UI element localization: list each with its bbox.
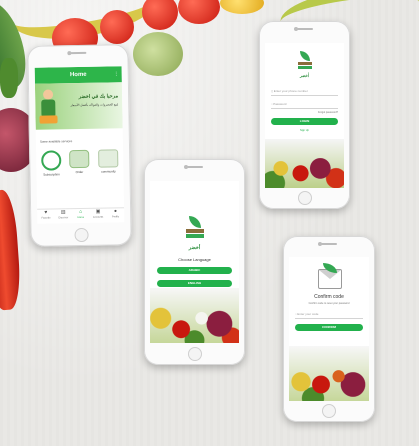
camera — [67, 51, 72, 56]
nav-label: Accounts — [92, 215, 104, 219]
vegetables-image — [150, 287, 239, 343]
confirm-screen: Confirm code Confirm code to reset your … — [289, 257, 369, 401]
logo-text: أخضر — [299, 73, 310, 78]
nav-label: Profile — [112, 215, 120, 219]
welcome-banner: مرحبا بك في اخضر لبيع الخضروات والفواكه … — [34, 82, 123, 130]
nav-label: Favorite — [41, 216, 51, 220]
tomato-image — [142, 0, 178, 30]
nav-favorite[interactable]: ♥ Favorite — [37, 209, 55, 223]
leaf-icon — [299, 51, 310, 61]
service-subscription[interactable]: Subscription — [40, 150, 62, 177]
nav-home[interactable]: ⌂ Home — [72, 209, 90, 223]
home-button[interactable] — [322, 404, 336, 418]
community-icon — [98, 149, 119, 168]
app-header: Home ⋮ — [34, 66, 122, 84]
camera — [318, 242, 322, 246]
speaker — [321, 243, 337, 245]
phone-confirm: Confirm code Confirm code to reset your … — [283, 236, 375, 422]
speaker — [296, 28, 313, 30]
phone-placeholder: Enter your phone number — [273, 89, 308, 93]
leaf-icon — [188, 216, 201, 228]
english-button[interactable]: ENGLISH — [157, 280, 232, 287]
basket-icon — [69, 149, 90, 169]
lemon-image — [220, 0, 264, 14]
speaker — [69, 51, 86, 55]
home-button[interactable] — [297, 191, 312, 205]
app-logo — [297, 51, 313, 73]
service-order[interactable]: Order — [68, 149, 90, 175]
home-screen: Home ⋮ مرحبا بك في اخضر لبيع الخضروات وا… — [34, 66, 125, 224]
language-screen: أخضر Choose Language ARABIC ENGLISH — [150, 181, 239, 343]
tomato-image — [178, 0, 220, 24]
nav-label: Discover — [58, 216, 69, 220]
vegetables-image — [289, 346, 369, 401]
speaker — [186, 166, 203, 168]
app-logo — [185, 216, 205, 244]
camera — [294, 27, 298, 31]
choose-language-title: Choose Language — [178, 257, 211, 262]
service-label: Subscription — [43, 172, 60, 177]
envelope-icon — [318, 263, 342, 289]
services-label: Some available services — [39, 139, 73, 144]
logo-text: أخضر — [188, 245, 201, 251]
service-label: Order — [75, 169, 84, 175]
nav-accounts[interactable]: ▣ Accounts — [89, 209, 107, 223]
login-button[interactable]: LOGIN — [271, 118, 338, 125]
farmer-illustration — [39, 89, 58, 124]
password-input[interactable]: ▫ Password — [271, 100, 338, 109]
share-icon[interactable]: ⋮ — [114, 71, 119, 77]
phone-language: أخضر Choose Language ARABIC ENGLISH — [144, 159, 245, 365]
tomato-image — [100, 10, 134, 44]
clock-icon — [41, 150, 62, 171]
camera — [184, 165, 188, 169]
phone-input[interactable]: ▯ Enter your phone number — [271, 87, 338, 96]
nav-discover[interactable]: ▤ Discover — [55, 209, 73, 223]
red-pepper-image — [0, 189, 23, 311]
nav-label: Home — [77, 215, 85, 220]
bottom-nav: ♥ Favorite ▤ Discover ⌂ Home ▣ Accounts … — [37, 207, 125, 224]
leaf-image — [0, 58, 18, 98]
arabic-button[interactable]: ARABIC — [157, 267, 232, 274]
service-label: community — [101, 169, 116, 174]
confirm-button[interactable]: CONFIRM — [295, 324, 363, 331]
welcome-subtitle: لبيع الخضروات والفواكه بأفضل الأسعار — [70, 102, 119, 108]
phone-login: أخضر ▯ Enter your phone number ▫ Passwor… — [259, 21, 350, 209]
code-input[interactable]: ▫ Enter your code — [295, 310, 363, 319]
password-placeholder: Password — [273, 102, 287, 106]
confirm-title: Confirm code — [314, 294, 344, 300]
page-title: Home — [69, 71, 87, 79]
signup-link[interactable]: Sign Up — [265, 129, 344, 132]
sprout-image — [133, 32, 183, 76]
login-screen: أخضر ▯ Enter your phone number ▫ Passwor… — [265, 43, 344, 188]
vegetables-image — [265, 138, 344, 188]
home-button[interactable] — [73, 227, 89, 243]
home-button[interactable] — [187, 347, 202, 361]
nav-profile[interactable]: ● Profile — [107, 208, 125, 222]
confirm-subtitle: Confirm code to reset your password — [308, 302, 350, 305]
phone-home: Home ⋮ مرحبا بك في اخضر لبيع الخضروات وا… — [27, 44, 132, 247]
code-placeholder: Enter your code — [297, 312, 319, 316]
welcome-text: مرحبا بك في اخضر — [78, 93, 119, 101]
service-community[interactable]: community — [96, 149, 120, 174]
forgot-link[interactable]: Forgot password? — [318, 111, 338, 114]
